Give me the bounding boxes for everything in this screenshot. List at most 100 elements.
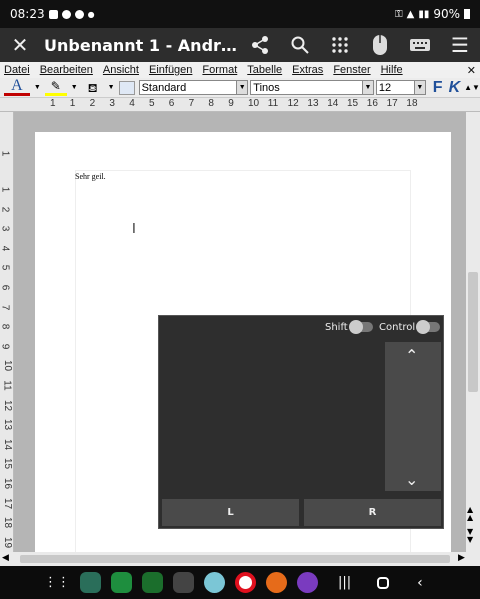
ruler-tick-label: 6: [0, 284, 11, 291]
touchpad-overlay[interactable]: Shift Control ⌃ ⌄ L R: [158, 315, 444, 529]
menu-item-extras[interactable]: Extras: [292, 64, 323, 76]
ruler-tick-label: 7: [188, 98, 195, 109]
battery-icon: [464, 9, 470, 19]
app-icon-folder[interactable]: [80, 572, 101, 593]
font-color-icon[interactable]: A: [4, 78, 30, 96]
dot-icon: ●: [87, 9, 95, 19]
horizontal-scrollbar[interactable]: ◀ ▶: [0, 552, 480, 566]
search-icon[interactable]: [280, 28, 320, 62]
scroll-right-icon[interactable]: ▶: [458, 553, 465, 563]
italic-button[interactable]: K: [449, 79, 461, 97]
close-document-icon[interactable]: ✕: [467, 64, 476, 77]
ruler-tick-label: 1: [50, 98, 56, 109]
grid-icon[interactable]: [320, 28, 360, 62]
ruler-tick-label: 17: [2, 497, 14, 509]
ruler-tick-label: 8: [208, 98, 214, 109]
close-icon[interactable]: ✕: [0, 28, 40, 62]
ruler-tick-label: 14: [327, 98, 339, 109]
page-up-icon[interactable]: ▲ ▲: [467, 506, 473, 522]
shift-label: Shift: [325, 322, 348, 333]
font-color-dropdown-icon[interactable]: ▼: [34, 84, 41, 91]
scroll-left-icon[interactable]: ◀: [2, 553, 9, 563]
app-icon-opera[interactable]: [235, 572, 256, 593]
app-drawer-icon[interactable]: ⋮⋮: [44, 575, 70, 590]
ruler-tick-label: 17: [386, 98, 398, 109]
recents-icon[interactable]: |||: [338, 575, 351, 590]
signal-icon: ▮▮: [418, 8, 430, 20]
ruler-tick-label: 18: [2, 517, 14, 529]
scroll-strip[interactable]: ⌃ ⌄: [385, 342, 441, 491]
share-icon[interactable]: [240, 28, 280, 62]
control-toggle[interactable]: Control: [379, 320, 441, 334]
home-icon[interactable]: [377, 576, 390, 589]
menu-item-fenster[interactable]: Fenster: [333, 64, 370, 76]
dnd-icon: [74, 9, 84, 19]
hamburger-menu-icon[interactable]: ☰: [440, 28, 480, 62]
ruler-tick-label: 7: [0, 304, 11, 310]
menu-bar: Datei Bearbeiten Ansicht Einfügen Format…: [0, 62, 480, 78]
ruler-tick-label: 11: [1, 380, 13, 391]
app-icon-sheets[interactable]: [111, 572, 132, 593]
back-icon[interactable]: ‹: [417, 575, 423, 591]
ruler-tick-label: 16: [2, 477, 14, 490]
toolbar-overflow-icon[interactable]: ▲▼: [464, 83, 480, 92]
highlight-icon[interactable]: ✎: [44, 79, 67, 96]
ruler-tick-label: 18: [406, 98, 418, 109]
control-label: Control: [379, 322, 416, 333]
mouse-icon[interactable]: [360, 28, 400, 62]
ruler-tick-label: 1: [0, 186, 11, 193]
bold-button[interactable]: F: [433, 79, 443, 97]
app-icon-firefox-private[interactable]: [297, 572, 318, 593]
app-icon-audio[interactable]: [142, 572, 163, 593]
ruler-tick-label: 13: [2, 419, 14, 431]
right-click-button[interactable]: R: [304, 499, 441, 526]
menu-item-tabelle[interactable]: Tabelle: [247, 64, 282, 76]
ruler-tick-label: 19: [2, 536, 14, 548]
ruler-tick-label: 14: [2, 438, 14, 450]
ruler-tick-label: 6: [168, 98, 175, 109]
chevron-down-icon[interactable]: ▼: [236, 81, 248, 94]
ruler-tick-label: 9: [228, 98, 234, 109]
left-click-button[interactable]: L: [162, 499, 299, 526]
ruler-tick-label: 2: [89, 98, 96, 109]
menu-item-ansicht[interactable]: Ansicht: [103, 64, 139, 76]
key-icon: ⚿: [394, 8, 403, 20]
control-switch[interactable]: [416, 320, 441, 334]
android-nav-bar: ⋮⋮ ||| ‹: [0, 566, 480, 599]
menu-item-format[interactable]: Format: [202, 64, 237, 76]
scroll-thumb[interactable]: [20, 555, 450, 563]
app-icon-apps[interactable]: [173, 572, 194, 593]
chevron-down-icon[interactable]: ▼: [361, 81, 373, 94]
highlight-dropdown-icon[interactable]: ▼: [71, 84, 78, 91]
page-down-icon[interactable]: ▼ ▼: [467, 528, 473, 544]
ruler-tick-label: 12: [2, 399, 14, 411]
scroll-down-icon[interactable]: ⌄: [405, 470, 418, 489]
menu-item-datei[interactable]: Datei: [4, 64, 30, 76]
chevron-down-icon[interactable]: ▼: [413, 81, 425, 94]
shift-toggle[interactable]: Shift: [325, 320, 373, 334]
paragraph-style-select[interactable]: Standard ▼: [138, 80, 249, 95]
font-size-value: 12: [378, 81, 392, 94]
background-dropdown-icon[interactable]: ▼: [108, 84, 115, 91]
scroll-up-icon[interactable]: ⌃: [405, 346, 418, 365]
background-color-icon[interactable]: ⛾: [82, 81, 104, 95]
vertical-scrollbar[interactable]: ▲ ▲ ▼ ▼: [466, 112, 480, 552]
keyboard-icon[interactable]: [400, 28, 440, 62]
styles-icon[interactable]: [118, 80, 135, 95]
menu-item-bearbeiten[interactable]: Bearbeiten: [40, 64, 93, 76]
ruler-tick-label: 5: [149, 98, 155, 109]
ruler-tick-label: 1: [69, 98, 76, 109]
formatting-toolbar: A ▼ ✎ ▼ ⛾ ▼ Standard ▼ Tinos ▼ 12 ▼ F K …: [0, 78, 480, 98]
document-text[interactable]: Sehr geil.: [75, 172, 106, 181]
app-icon-bird[interactable]: [204, 572, 225, 593]
font-name-select[interactable]: Tinos ▼: [250, 80, 374, 95]
menu-item-hilfe[interactable]: Hilfe: [381, 64, 403, 76]
app-icon-firefox[interactable]: [266, 572, 287, 593]
ruler-tick-label: 4: [129, 98, 135, 109]
menu-item-einfuegen[interactable]: Einfügen: [149, 64, 192, 76]
ruler-tick-label: 1: [0, 150, 11, 157]
clock: 08:23: [10, 7, 45, 21]
font-size-select[interactable]: 12 ▼: [375, 80, 426, 95]
scroll-thumb[interactable]: [468, 272, 478, 392]
shift-switch[interactable]: [348, 320, 373, 334]
